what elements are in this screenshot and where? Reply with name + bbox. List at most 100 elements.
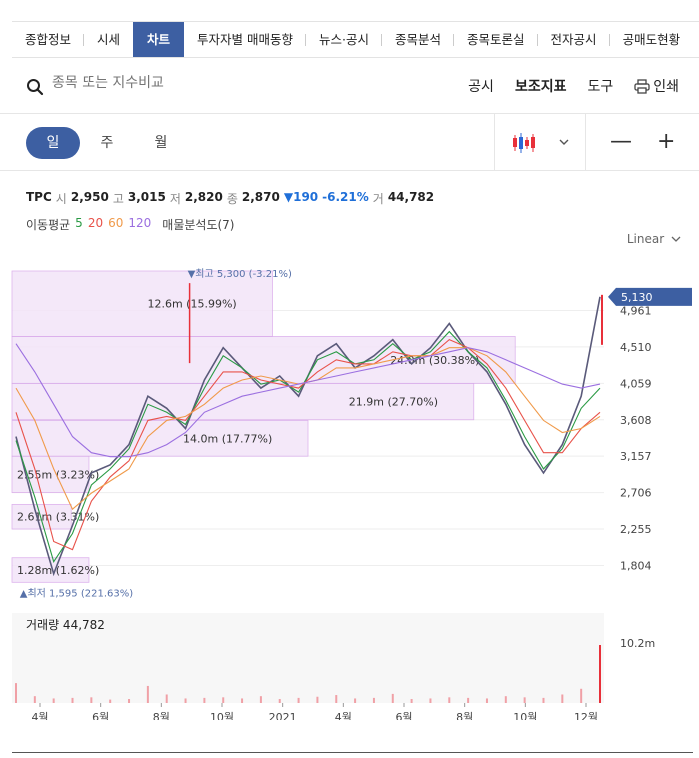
volume-profile-label: 1.28m (1.62%) [17, 564, 99, 577]
open-price: 2,950 [70, 190, 109, 204]
period-weekly[interactable]: 주 [80, 127, 134, 159]
tab-news-disclosure[interactable]: 뉴스·공시 [306, 22, 383, 57]
zoom-in-button[interactable]: + [657, 127, 675, 157]
chevron-down-icon[interactable] [559, 138, 569, 146]
last-price-label: 5,130 [621, 291, 653, 304]
scale-label: Linear [626, 232, 665, 246]
price-tick-label: 4,961 [620, 304, 652, 317]
x-tick-label: 8월 [456, 711, 473, 720]
low-marker-label: ▲최저 1,595 (221.63%) [20, 587, 133, 599]
volume-profile-label: 12.6m (15.99%) [147, 298, 236, 311]
volume-bar [561, 694, 564, 703]
volume-value: 44,782 [387, 190, 435, 204]
volume-bar [316, 696, 319, 703]
divider [494, 114, 495, 171]
tool-button[interactable]: 도구 [587, 76, 613, 96]
zoom-out-button[interactable]: — [610, 127, 632, 157]
price-tick-label: 2,255 [620, 523, 652, 536]
chart-toolbar: 공시 보조지표 도구 인쇄 [0, 58, 699, 114]
tab-discussion[interactable]: 종목토론실 [454, 22, 538, 57]
volume-label: 거 [372, 192, 384, 206]
volume-bar [259, 696, 262, 703]
price-tick-label: 4,510 [620, 341, 652, 354]
volume-bar [580, 688, 583, 703]
print-button[interactable]: 인쇄 [634, 76, 679, 96]
bottom-divider [12, 752, 693, 753]
tab-chart[interactable]: 차트 [133, 22, 185, 57]
search-icon[interactable] [26, 78, 44, 96]
stock-tab-bar: 종합정보 시세 차트 투자자별 매매동향 뉴스·공시 종목분석 종목토론실 전자… [12, 21, 699, 58]
volume-bar [71, 697, 74, 703]
price-change: ▼190 [283, 190, 319, 204]
tab-short-selling[interactable]: 공매도현황 [610, 22, 694, 57]
volume-bar [410, 699, 413, 703]
x-tick-label: 6월 [395, 711, 412, 720]
x-tick-label: 4월 [31, 711, 48, 720]
x-tick-label: 10월 [513, 711, 537, 720]
volume-bar [542, 697, 545, 703]
x-tick-label: 12월 [574, 711, 598, 720]
tab-investor-trend[interactable]: 투자자별 매매동향 [184, 22, 307, 57]
period-daily[interactable]: 일 [26, 127, 80, 159]
volume-bar [599, 645, 601, 703]
volume-bar [504, 696, 507, 703]
stock-chart[interactable]: 1,804 2,255 2,706 3,157 3,608 4,059 4,510 4,961… [0, 245, 699, 720]
price-tick-label: 4,059 [620, 377, 652, 390]
volume-bar [128, 699, 131, 703]
printer-icon [634, 78, 650, 94]
low-label: 저 [169, 192, 181, 206]
candlestick-type-icon[interactable] [512, 131, 538, 155]
volume-bar [429, 698, 432, 703]
volume-bar [52, 698, 55, 703]
scale-selector[interactable]: Linear [627, 232, 681, 246]
x-tick-label: 6월 [92, 711, 109, 720]
x-tick-label: 2021 [269, 711, 297, 720]
close-price: 2,870 [241, 190, 280, 204]
volume-tick-label: 10.2m [620, 637, 655, 650]
stock-name: TPC [26, 190, 52, 204]
quote-summary: TPC 시 2,950 고 3,015 저 2,820 종 2,870 ▼190 -6.2… [26, 190, 434, 207]
volume-bar [15, 683, 17, 703]
volume-bar [33, 696, 36, 703]
volume-bar [222, 697, 225, 703]
ma-20[interactable]: 20 [88, 216, 103, 233]
volume-profile-label: 21.9m (27.70%) [349, 396, 438, 409]
volume-profile-label: 14.0m (17.77%) [183, 432, 272, 445]
price-tick-label: 1,804 [620, 559, 652, 572]
volume-bar [184, 698, 187, 703]
price-tick-label: 3,608 [620, 414, 652, 427]
volume-bar [335, 695, 338, 703]
ma-120[interactable]: 120 [128, 216, 151, 233]
close-label: 종 [226, 192, 238, 206]
volume-bar [90, 697, 93, 703]
disclosure-button[interactable]: 공시 [468, 76, 494, 96]
tab-analysis[interactable]: 종목분석 [382, 22, 455, 57]
low-price: 2,820 [184, 190, 223, 204]
period-monthly[interactable]: 월 [134, 127, 188, 159]
volume-bar [109, 699, 112, 703]
tab-quote[interactable]: 시세 [84, 22, 133, 57]
high-price: 3,015 [127, 190, 166, 204]
tab-summary[interactable]: 종합정보 [12, 22, 85, 57]
volume-bar [165, 694, 168, 703]
divider [585, 114, 586, 171]
ma-60[interactable]: 60 [108, 216, 123, 233]
volume-profile-label: 24.0m (30.38%) [390, 354, 479, 367]
volume-bar [241, 698, 244, 703]
moving-average-legend: 이동평균 5 20 60 120 매물분석도(7) [26, 216, 234, 233]
volume-bar [146, 685, 149, 703]
indicator-button[interactable]: 보조지표 [515, 76, 567, 96]
tab-e-disclosure[interactable]: 전자공시 [538, 22, 610, 57]
period-bar: 일 주 월 — + [0, 114, 699, 171]
price-tick-label: 2,706 [620, 487, 652, 500]
open-label: 시 [55, 192, 67, 206]
ma-5[interactable]: 5 [75, 216, 83, 233]
volume-bar [448, 697, 451, 703]
x-tick-label: 10월 [210, 711, 234, 720]
volume-profile-label[interactable]: 매물분석도(7) [162, 216, 234, 233]
volume-pane-title: 거래량 44,782 [26, 618, 105, 632]
volume-bar [278, 699, 281, 703]
search-input[interactable] [52, 75, 292, 91]
price-tick-label: 3,157 [620, 450, 652, 463]
high-label: 고 [112, 192, 124, 206]
